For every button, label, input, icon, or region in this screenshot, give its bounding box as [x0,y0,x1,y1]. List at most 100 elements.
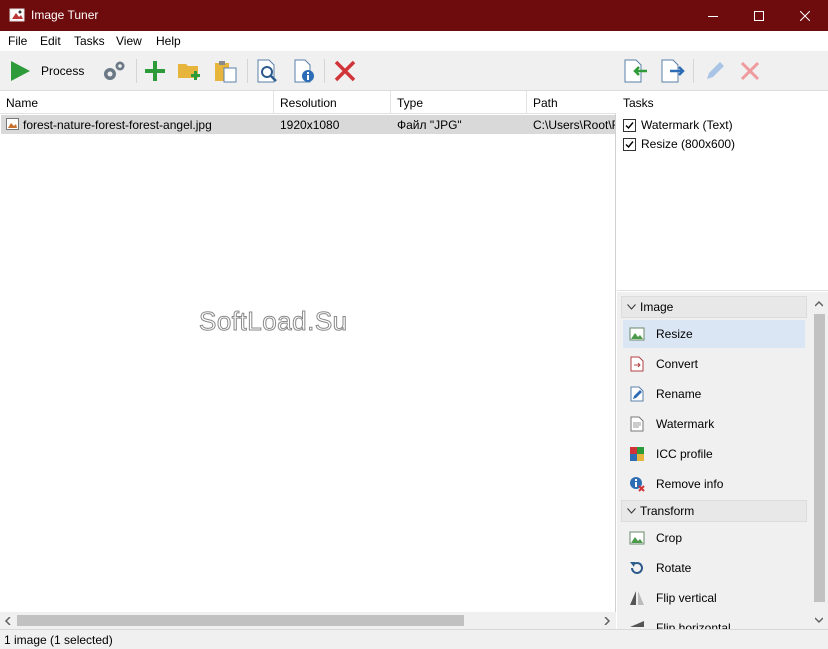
task-label: Watermark (Text) [641,118,733,132]
file-name: forest-nature-forest-forest-angel.jpg [23,118,212,132]
column-header-path[interactable]: Path [527,91,616,114]
rotate-icon [630,562,643,574]
scroll-left-icon[interactable] [4,617,12,625]
title-bar: Image Tuner [0,0,828,31]
toolbar-separator [136,59,137,83]
close-button[interactable] [782,0,828,31]
watermark-icon [630,416,644,432]
crop-icon [629,531,645,545]
horizontal-scroll-thumb[interactable] [17,615,464,626]
app-icon [9,8,25,22]
convert-icon [630,356,644,372]
minimize-icon [708,15,718,17]
preview-icon [257,59,277,83]
task-label: Resize (800x600) [641,137,736,151]
menu-file[interactable]: File [8,34,27,48]
vertical-scrollbar[interactable] [811,296,828,629]
remove-files-button[interactable] [333,58,357,84]
group-header-image[interactable]: Image [621,296,807,318]
vertical-scroll-thumb[interactable] [814,314,825,602]
resize-icon [629,327,645,341]
task-checkbox[interactable] [623,137,636,151]
preview-button[interactable] [255,58,279,84]
icc-profile-icon [630,447,644,461]
toolbar-separator [324,59,325,83]
actions-panel: Image Resize Convert Rename Watermark IC… [617,292,828,629]
tasks-header: Tasks [623,96,654,110]
process-button[interactable]: Process [9,58,84,84]
action-crop[interactable]: Crop [623,524,805,552]
delete-task-button[interactable] [739,58,761,84]
action-rotate[interactable]: Rotate [623,554,805,582]
task-item[interactable]: Resize (800x600) [623,136,735,152]
file-path: C:\Users\Root\F [533,118,615,132]
process-label: Process [41,64,85,78]
settings-button[interactable] [101,58,127,84]
scroll-down-icon[interactable] [815,616,823,624]
maximize-button[interactable] [736,0,782,31]
chevron-down-icon [627,508,636,514]
add-files-button[interactable] [143,58,167,84]
action-watermark[interactable]: Watermark [623,410,805,438]
task-checkbox[interactable] [623,118,636,132]
menu-view[interactable]: View [116,34,142,48]
maximize-icon [754,10,764,21]
add-folder-button[interactable] [177,58,203,84]
flip-vertical-icon [630,591,644,605]
column-header-resolution[interactable]: Resolution [274,91,391,114]
task-item[interactable]: Watermark (Text) [623,117,733,133]
checkmark-icon [625,140,634,148]
remove-icon [334,60,356,82]
close-icon [800,10,810,21]
action-icc-profile[interactable]: ICC profile [623,440,805,468]
file-resolution: 1920x1080 [280,118,340,132]
scroll-right-icon[interactable] [603,617,611,625]
column-header-type[interactable]: Type [391,91,527,114]
file-type: Файл "JPG" [397,118,462,132]
export-tasks-button[interactable] [660,58,686,84]
menu-tasks[interactable]: Tasks [74,34,105,48]
status-bar: 1 image (1 selected) [0,629,828,649]
chevron-down-icon [627,304,636,310]
checkmark-icon [625,121,634,129]
file-list[interactable]: Name Resolution Type Path forest-nature-… [0,91,616,629]
image-file-icon [6,118,19,130]
remove-info-icon [630,477,645,492]
paste-icon [215,61,237,83]
rename-icon [630,386,644,402]
menu-edit[interactable]: Edit [40,34,61,48]
minimize-button[interactable] [690,0,736,31]
action-convert[interactable]: Convert [623,350,805,378]
gears-icon [104,61,125,80]
action-remove-info[interactable]: Remove info [623,470,805,498]
action-rename[interactable]: Rename [623,380,805,408]
action-resize[interactable]: Resize [623,320,805,348]
delete-task-icon [740,61,760,81]
horizontal-scrollbar[interactable] [0,612,616,629]
status-text: 1 image (1 selected) [4,633,113,647]
paste-button[interactable] [213,58,239,84]
menu-bar: File Edit Tasks View Help [0,31,828,51]
add-folder-icon [178,64,200,80]
column-header-name[interactable]: Name [0,91,274,114]
info-icon [294,59,314,83]
window-title: Image Tuner [31,8,99,22]
toolbar-separator [247,59,248,83]
table-row[interactable]: forest-nature-forest-forest-angel.jpg 19… [1,115,615,134]
action-flip-vertical[interactable]: Flip vertical [623,584,805,612]
import-tasks-button[interactable] [623,58,649,84]
watermark-text: SoftLoad.Su [199,306,348,337]
flip-horizontal-icon [630,621,644,627]
group-header-transform[interactable]: Transform [621,500,807,522]
play-icon [11,61,30,81]
menu-help[interactable]: Help [156,34,181,48]
scroll-up-icon[interactable] [815,300,823,308]
export-tasks-icon [661,59,685,83]
edit-task-button[interactable] [703,58,727,84]
action-flip-horizontal[interactable]: Flip horizontal [623,614,805,629]
edit-icon [707,62,724,79]
import-tasks-icon [624,59,647,83]
toolbar-separator [693,59,694,83]
tasks-panel: Tasks Watermark (Text) Resize (800x600) [617,91,828,291]
file-info-button[interactable] [292,58,316,84]
